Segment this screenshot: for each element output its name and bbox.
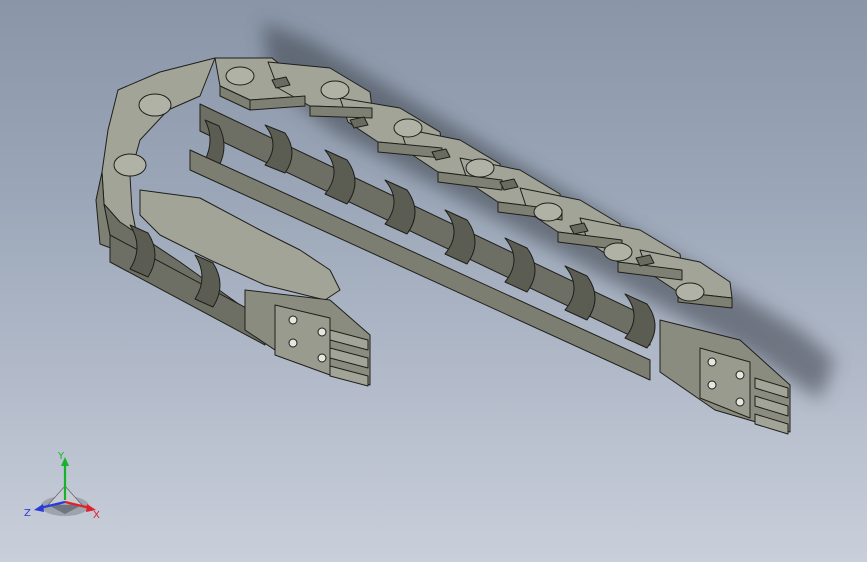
drag-chain-model[interactable] — [95, 57, 791, 435]
reference-triad[interactable]: Y X Z — [18, 448, 108, 528]
cad-model-view[interactable] — [0, 0, 867, 562]
z-axis-arrow — [34, 504, 44, 512]
y-axis-label: Y — [57, 451, 65, 462]
x-axis-label: X — [93, 510, 100, 521]
lower-end-bracket[interactable] — [244, 289, 371, 387]
z-axis-label: Z — [24, 508, 31, 519]
graphics-viewport[interactable]: Y X Z — [0, 0, 867, 562]
